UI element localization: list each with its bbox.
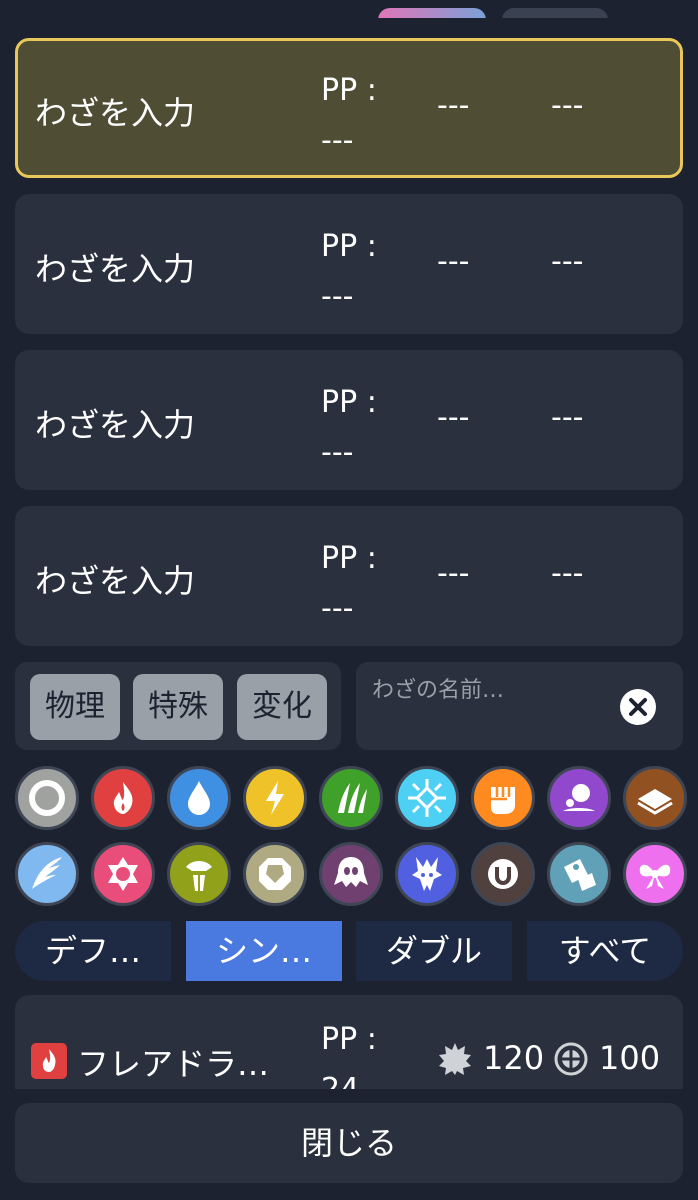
move-slot-pp: PP : --- (321, 541, 377, 626)
fire-type-icon[interactable] (91, 766, 155, 830)
move-search-box (356, 662, 683, 750)
filter-all-tab[interactable]: すべて (527, 921, 683, 981)
filter-single-tab[interactable]: シン… (186, 921, 342, 981)
filter-double-tab[interactable]: ダブル (356, 921, 512, 981)
ice-type-icon[interactable] (395, 766, 459, 830)
move-slot-accuracy: --- (551, 556, 584, 591)
category-filter: 物理 特殊 変化 (15, 662, 341, 750)
fairy-type-icon[interactable] (623, 842, 687, 906)
move-slot-name: わざを入力 (35, 94, 196, 132)
move-slot-power: --- (437, 244, 470, 279)
category-status-button[interactable]: 変化 (237, 674, 327, 740)
dark-type-icon[interactable] (471, 842, 535, 906)
move-slot-accuracy: --- (551, 400, 584, 435)
move-slot-name: わざを入力 (35, 562, 196, 600)
filter-default-tab[interactable]: デフ… (15, 921, 171, 981)
rock-type-icon[interactable] (243, 842, 307, 906)
psychic-type-icon[interactable] (91, 842, 155, 906)
grass-type-icon[interactable] (319, 766, 383, 830)
move-slot-name: わざを入力 (35, 250, 196, 288)
electric-type-icon[interactable] (243, 766, 307, 830)
move-slot-accuracy: --- (551, 244, 584, 279)
move-result-accuracy: 100 (599, 1039, 661, 1077)
bug-type-icon[interactable] (167, 842, 231, 906)
water-type-icon[interactable] (167, 766, 231, 830)
fire-type-icon (31, 1043, 67, 1079)
ghost-type-icon[interactable] (319, 842, 383, 906)
ground-type-icon[interactable] (623, 766, 687, 830)
move-slot-power: --- (437, 400, 470, 435)
fighting-type-icon[interactable] (471, 766, 535, 830)
steel-type-icon[interactable] (547, 842, 611, 906)
category-special-button[interactable]: 特殊 (133, 674, 223, 740)
power-icon (437, 1041, 473, 1081)
move-slot-2[interactable]: わざを入力 PP : --- --- --- (15, 194, 683, 334)
flying-type-icon[interactable] (15, 842, 79, 906)
clear-search-icon[interactable] (620, 689, 656, 725)
move-slot-pp: PP : --- (321, 229, 377, 314)
battle-format-filter: デフ… シン… ダブル すべて (15, 921, 683, 981)
move-slot-name: わざを入力 (35, 406, 196, 444)
poison-type-icon[interactable] (547, 766, 611, 830)
move-slot-1[interactable]: わざを入力 PP : --- --- --- (15, 38, 683, 178)
accuracy-icon (553, 1041, 589, 1081)
category-physical-button[interactable]: 物理 (30, 674, 120, 740)
move-result-pp: PP :24 (321, 1022, 377, 1089)
move-search-input[interactable] (372, 670, 602, 710)
dragon-type-icon[interactable] (395, 842, 459, 906)
move-slot-3[interactable]: わざを入力 PP : --- --- --- (15, 350, 683, 490)
move-result-power: 120 (483, 1039, 545, 1077)
move-slot-power: --- (437, 88, 470, 123)
move-slot-pp: PP : --- (321, 73, 377, 158)
normal-type-icon[interactable] (15, 766, 79, 830)
close-button[interactable]: 閉じる (15, 1103, 683, 1183)
move-result-name: フレアドラ… (77, 1045, 270, 1083)
move-result-row[interactable]: フレアドラ… PP :24 120 100 (15, 995, 683, 1089)
move-slot-pp: PP : --- (321, 385, 377, 470)
move-slot-4[interactable]: わざを入力 PP : --- --- --- (15, 506, 683, 646)
move-slot-power: --- (437, 556, 470, 591)
move-slot-accuracy: --- (551, 88, 584, 123)
